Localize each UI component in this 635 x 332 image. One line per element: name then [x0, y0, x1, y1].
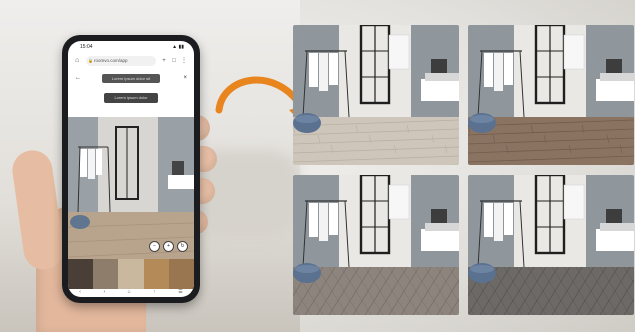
zoom-tools: − + ↻	[149, 241, 188, 252]
browser-nav-bar: ‹ › ⌂ ↑ ☰	[68, 289, 194, 297]
tabs-icon[interactable]: □	[170, 57, 178, 65]
swatch-5[interactable]	[168, 259, 194, 289]
home-icon[interactable]: ⌂	[75, 57, 82, 64]
rotate-button[interactable]: ↻	[177, 241, 188, 252]
info-pill: Lorem ipsum dolor sit	[102, 74, 160, 83]
add-tab-icon[interactable]: +	[160, 57, 168, 65]
back-arrow-icon[interactable]: ←	[75, 75, 81, 81]
nav-forward-icon[interactable]: ›	[103, 289, 105, 297]
menu-icon[interactable]: ⋮	[180, 57, 188, 65]
swatch-3[interactable]	[118, 259, 144, 289]
close-icon[interactable]: ×	[183, 75, 187, 81]
url-field[interactable]: roomvo.com/app	[86, 56, 156, 66]
swatch-1[interactable]	[68, 259, 94, 289]
room-tile-grey-herringbone[interactable]	[293, 175, 459, 315]
nav-share-icon[interactable]: ↑	[153, 289, 156, 297]
phone-screen: 15:04 ▲ ▮▮ ⌂ roomvo.com/app 🔒 + □ ⋮ ← × …	[68, 41, 194, 297]
browser-url-bar: ⌂ roomvo.com/app 🔒 + □ ⋮	[72, 55, 190, 68]
thumb	[9, 147, 67, 273]
smartphone: 15:04 ▲ ▮▮ ⌂ roomvo.com/app 🔒 + □ ⋮ ← × …	[62, 35, 200, 303]
status-time: 15:04	[80, 44, 93, 50]
room-tile-walnut[interactable]	[468, 25, 634, 165]
lock-icon: 🔒	[88, 58, 93, 63]
zoom-in-button[interactable]: +	[163, 241, 174, 252]
zoom-out-button[interactable]: −	[149, 241, 160, 252]
status-icons: ▲ ▮▮	[172, 44, 184, 50]
action-pill[interactable]: Lorem ipsum dolor	[104, 93, 158, 103]
nav-back-icon[interactable]: ‹	[79, 289, 81, 297]
nav-home-icon[interactable]: ⌂	[128, 289, 131, 297]
floor-swatches	[68, 259, 194, 289]
swatch-2[interactable]	[93, 259, 119, 289]
nav-menu-icon[interactable]: ☰	[178, 289, 182, 297]
status-bar: 15:04 ▲ ▮▮	[68, 41, 194, 53]
room-tile-light-oak[interactable]	[293, 25, 459, 165]
swatch-4[interactable]	[143, 259, 169, 289]
room-tile-charcoal[interactable]	[468, 175, 634, 315]
